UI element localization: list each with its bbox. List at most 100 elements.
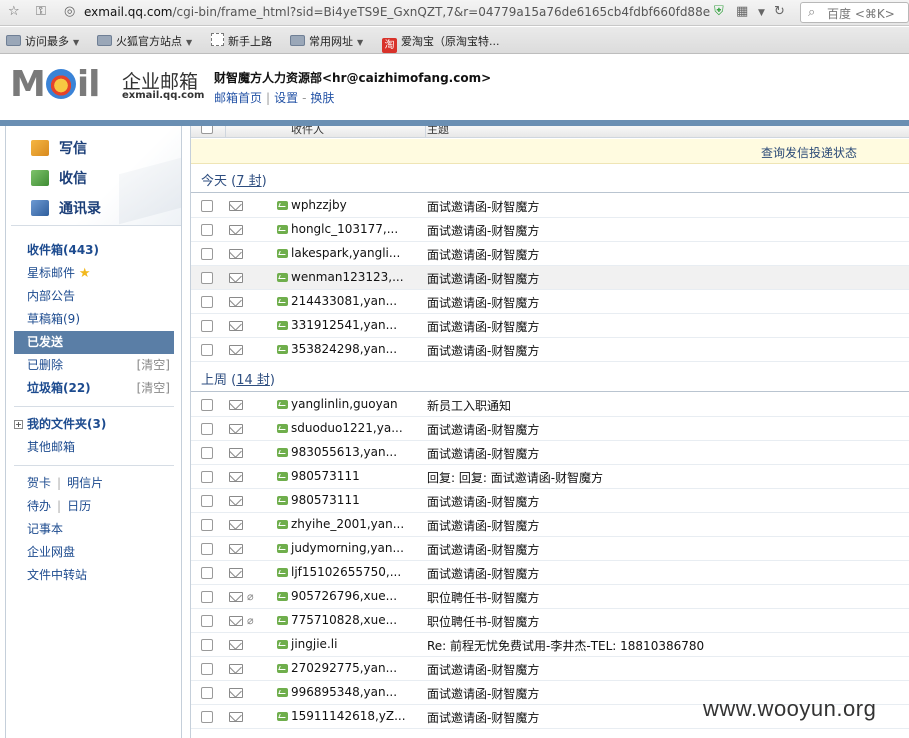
star-icon: ★ (78, 266, 91, 281)
select-all-checkbox[interactable] (201, 126, 213, 134)
row-checkbox[interactable] (201, 495, 213, 507)
bookmark-taobao[interactable]: 淘爱淘宝（原淘宝特... (382, 33, 500, 53)
url-field[interactable]: exmail.qq.com/cgi-bin/frame_html?sid=Bi4… (84, 5, 710, 19)
table-row[interactable]: zhyihe_2001,yan... 面试邀请函-财智魔方 (191, 513, 909, 537)
row-subject: 面试邀请函-财智魔方 (427, 567, 540, 581)
row-checkbox[interactable] (201, 567, 213, 579)
calendar-link[interactable]: 日历 (67, 499, 91, 513)
sidebar-item-other-mailboxes[interactable]: 其他邮箱 (14, 436, 174, 459)
table-row[interactable]: 214433081,yan... 面试邀请函-财智魔方 (191, 290, 909, 314)
envelope-icon (229, 249, 243, 259)
row-checkbox[interactable] (201, 591, 213, 603)
table-row[interactable]: ljf15102655750,... 面试邀请函-财智魔方 (191, 561, 909, 585)
group-count-link[interactable]: 7 封 (236, 174, 261, 189)
star-outline-icon[interactable]: ☆ (8, 4, 20, 19)
table-row[interactable]: 270292775,yan... 面试邀请函-财智魔方 (191, 657, 909, 681)
sidebar-item-file-transfer[interactable]: 文件中转站 (14, 564, 174, 587)
todo-link[interactable]: 待办 (27, 499, 51, 513)
row-checkbox[interactable] (201, 471, 213, 483)
chevron-down-icon: ▼ (73, 38, 80, 47)
row-checkbox[interactable] (201, 224, 213, 236)
table-row[interactable]: wenman123123,... 面试邀请函-财智魔方 (191, 266, 909, 290)
row-checkbox[interactable] (201, 296, 213, 308)
row-subject: 面试邀请函-财智魔方 (427, 200, 540, 214)
table-row[interactable]: jingjie.li Re: 前程无忧免费试用-李井杰-TEL: 18810386… (191, 633, 909, 657)
postcard-link[interactable]: 明信片 (67, 476, 103, 490)
table-row[interactable]: ⌀ 905726796,xue... 职位聘任书-财智魔方 (191, 585, 909, 609)
notice-bar: 查询发信投递状态 (191, 139, 909, 164)
sidebar-item-deleted[interactable]: 已删除 [清空] (14, 354, 174, 377)
row-checkbox[interactable] (201, 344, 213, 356)
row-recipient: 980573111 (291, 469, 360, 483)
sidebar-item-spam[interactable]: 垃圾箱(22) [清空] (14, 377, 174, 400)
shield-icon[interactable]: ⛨ (714, 4, 724, 19)
table-row[interactable]: 983055613,yan... 面试邀请函-财智魔方 (191, 441, 909, 465)
table-row[interactable]: ⌀ 775710828,xue... 职位聘任书-财智魔方 (191, 609, 909, 633)
table-row[interactable]: sduoduo1221,ya... 面试邀请函-财智魔方 (191, 417, 909, 441)
empty-deleted-link[interactable]: [清空] (137, 354, 170, 377)
row-checkbox[interactable] (201, 272, 213, 284)
table-row[interactable]: 353824298,yan... 面试邀请函-财智魔方 (191, 338, 909, 362)
row-checkbox[interactable] (201, 320, 213, 332)
delivery-status-link[interactable]: 查询发信投递状态 (761, 144, 857, 161)
sidebar-item-sent[interactable]: 已发送 (14, 331, 174, 354)
group-header: 上周 (14 封) (201, 373, 275, 388)
row-checkbox[interactable] (201, 248, 213, 260)
table-row[interactable]: 980573111 回复: 回复: 面试邀请函-财智魔方 (191, 465, 909, 489)
table-row[interactable]: 331912541,yan... 面试邀请函-财智魔方 (191, 314, 909, 338)
compose-button[interactable]: 写信 (31, 138, 87, 158)
row-subject: Re: 前程无忧免费试用-李井杰-TEL: 18810386780 (427, 639, 705, 653)
row-subject: 面试邀请函-财智魔方 (427, 224, 540, 238)
mail-home-link[interactable]: 邮箱首页 (214, 91, 262, 105)
envelope-decoration (119, 157, 181, 225)
sidebar-item-announcements[interactable]: 内部公告 (14, 285, 174, 308)
qr-code-icon[interactable]: ▦ (736, 4, 748, 19)
table-row[interactable]: yanglinlin,guoyan 新员工入职通知 (191, 393, 909, 417)
group-count-link[interactable]: 14 封 (236, 373, 270, 388)
key-icon[interactable]: ⚿ (36, 4, 46, 19)
row-checkbox[interactable] (201, 543, 213, 555)
row-checkbox[interactable] (201, 200, 213, 212)
table-row[interactable]: 980573111 面试邀请函-财智魔方 (191, 489, 909, 513)
row-subject: 职位聘任书-财智魔方 (427, 591, 540, 605)
row-checkbox[interactable] (201, 711, 213, 723)
row-checkbox[interactable] (201, 399, 213, 411)
logo[interactable]: Mil (10, 66, 101, 104)
row-checkbox[interactable] (201, 447, 213, 459)
group-divider (191, 192, 909, 193)
sidebar-item-notepad[interactable]: 记事本 (14, 518, 174, 541)
row-checkbox[interactable] (201, 519, 213, 531)
change-skin-link[interactable]: 换肤 (310, 91, 334, 105)
sidebar-item-drafts[interactable]: 草稿箱(9) (14, 308, 174, 331)
row-checkbox[interactable] (201, 639, 213, 651)
sidebar-item-inbox[interactable]: 收件箱(443) (14, 239, 174, 262)
row-checkbox[interactable] (201, 663, 213, 675)
sidebar-item-starred[interactable]: 星标邮件 ★ (14, 262, 174, 285)
bookmark-firefox-official[interactable]: 火狐官方站点 ▼ (97, 33, 192, 49)
table-row[interactable]: lakespark,yangli... 面试邀请函-财智魔方 (191, 242, 909, 266)
receive-button[interactable]: 收信 (31, 168, 87, 188)
search-input[interactable]: ⌕ 百度 <⌘K> (800, 2, 909, 23)
watermark: www.wooyun.org (703, 696, 877, 721)
table-row[interactable]: honglc_103177,... 面试邀请函-财智魔方 (191, 218, 909, 242)
settings-link[interactable]: 设置 (274, 91, 298, 105)
empty-spam-link[interactable]: [清空] (137, 377, 170, 400)
bookmark-common-sites[interactable]: 常用网址 ▼ (290, 33, 363, 49)
row-checkbox[interactable] (201, 423, 213, 435)
reload-icon[interactable]: ↻ (774, 4, 785, 19)
table-row[interactable]: judymorning,yan... 面试邀请函-财智魔方 (191, 537, 909, 561)
sidebar-item-netdisk[interactable]: 企业网盘 (14, 541, 174, 564)
contacts-button[interactable]: 通讯录 (31, 198, 101, 218)
taobao-icon: 淘 (382, 38, 397, 53)
bookmark-most-visited[interactable]: 访问最多 ▼ (6, 33, 79, 49)
column-subject[interactable]: 主题 (427, 126, 449, 137)
table-row[interactable]: wphzzjby 面试邀请函-财智魔方 (191, 194, 909, 218)
sidebar-item-my-folders[interactable]: + 我的文件夹(3) (14, 413, 174, 436)
dropdown-icon[interactable]: ▼ (758, 8, 765, 18)
row-checkbox[interactable] (201, 615, 213, 627)
greeting-card-link[interactable]: 贺卡 (27, 476, 51, 490)
expand-icon[interactable]: + (14, 420, 23, 429)
column-recipient[interactable]: 收件人 (291, 126, 324, 137)
row-checkbox[interactable] (201, 687, 213, 699)
bookmark-getting-started[interactable]: 新手上路 (211, 33, 272, 49)
